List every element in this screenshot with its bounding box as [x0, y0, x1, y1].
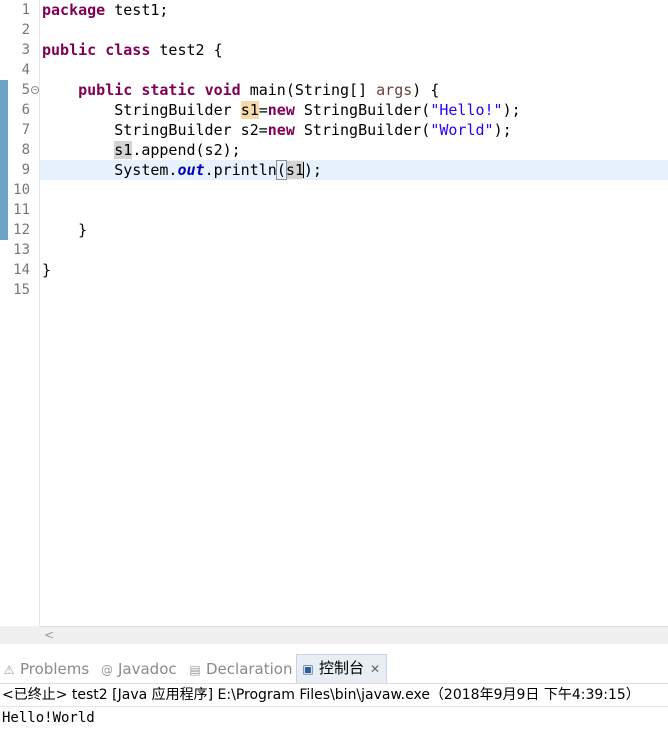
code-line-14[interactable]: } — [42, 260, 51, 280]
code-text: ); — [303, 161, 322, 179]
line-number: 8 — [21, 142, 30, 158]
line-number: 1 — [21, 2, 30, 18]
keyword: new — [267, 101, 295, 119]
scroll-left-icon[interactable]: < — [44, 627, 54, 644]
keyword: static — [141, 81, 196, 99]
line-number: 10 — [13, 182, 30, 198]
tab-label: Javadoc — [118, 660, 177, 678]
code-line-9[interactable]: System.out.println(s1); — [42, 160, 322, 180]
line-number: 13 — [13, 242, 30, 258]
close-icon[interactable]: ✕ — [370, 662, 380, 676]
code-text: StringBuilder( — [294, 101, 431, 119]
line-number: 6 — [21, 102, 30, 118]
code-text: StringBuilder — [42, 101, 241, 119]
keyword: new — [267, 121, 295, 139]
line-number: 12 — [13, 222, 30, 238]
scrollbar-corner — [0, 626, 40, 644]
code-text: ) { — [412, 81, 440, 99]
line-number: 2 — [21, 22, 30, 38]
problems-icon: ⚠ — [3, 663, 15, 677]
tab-javadoc[interactable]: @ Javadoc — [100, 656, 177, 682]
console-status-line: <已终止> test2 [Java 应用程序] E:\Program Files… — [2, 687, 640, 703]
code-line-6[interactable]: StringBuilder s1=new StringBuilder("Hell… — [42, 100, 521, 120]
code-line-1[interactable]: package test1; — [42, 0, 168, 20]
console-output[interactable]: Hello!World — [2, 708, 95, 728]
keyword: public — [78, 81, 133, 99]
code-line-3[interactable]: public class test2 { — [42, 40, 223, 60]
panel-tab-bar: ⚠ Problems @ Javadoc ▤ Declaration ▣ 控制台 ✕ — [0, 652, 668, 684]
tab-declaration[interactable]: ▤ Declaration — [188, 656, 292, 682]
tab-problems[interactable]: ⚠ Problems — [2, 656, 90, 682]
line-number: 15 — [13, 282, 30, 298]
keyword: void — [204, 81, 241, 99]
keyword: public — [42, 41, 97, 59]
divider — [0, 706, 668, 707]
line-number: 4 — [21, 62, 30, 78]
line-number: 3 — [21, 42, 30, 58]
keyword: class — [105, 41, 151, 59]
fold-collapse-icon[interactable]: − — [31, 86, 39, 94]
code-line-7[interactable]: StringBuilder s2=new StringBuilder("Worl… — [42, 120, 512, 140]
string-literal: "Hello!" — [430, 101, 503, 119]
variable-occurrence-read: s1 — [285, 161, 304, 179]
string-literal: "World" — [430, 121, 494, 139]
horizontal-scrollbar[interactable]: < — [40, 626, 668, 644]
line-number: 9 — [21, 162, 30, 178]
tab-label: Problems — [20, 660, 90, 678]
code-text: ); — [493, 121, 512, 139]
code-text: = — [258, 101, 268, 119]
code-text: StringBuilder s2= — [42, 121, 268, 139]
code-text: test1; — [105, 1, 169, 19]
code-line-12[interactable]: } — [42, 220, 87, 240]
declaration-icon: ▤ — [189, 663, 201, 677]
static-field: out — [177, 161, 205, 179]
line-number: 5 — [21, 82, 30, 98]
variable-occurrence-write: s1 — [240, 101, 259, 119]
code-text: .println — [204, 161, 277, 179]
matching-bracket: ( — [275, 160, 287, 180]
variable-occurrence-read: s1 — [114, 141, 133, 159]
line-number: 14 — [13, 262, 30, 278]
code-line-8[interactable]: s1.append(s2); — [42, 140, 241, 160]
javadoc-icon: @ — [101, 663, 113, 677]
line-number: 11 — [13, 202, 30, 218]
code-editor[interactable]: 1 2 3 4 5 6 7 8 9 10 11 12 13 14 15 − pa… — [0, 0, 668, 626]
code-text: ); — [502, 101, 521, 119]
tab-label: Declaration — [206, 660, 293, 678]
code-text: System. — [42, 161, 178, 179]
code-text: .append(s2); — [132, 141, 241, 159]
parameter: args — [376, 81, 413, 99]
console-icon: ▣ — [302, 662, 314, 676]
line-number: 7 — [21, 122, 30, 138]
code-text: test2 { — [150, 41, 223, 59]
tab-console[interactable]: ▣ 控制台 ✕ — [296, 654, 388, 683]
tab-label: 控制台 — [319, 659, 365, 677]
code-text: StringBuilder( — [294, 121, 431, 139]
keyword: package — [42, 1, 106, 19]
code-line-5[interactable]: public static void main(String[] args) { — [42, 80, 439, 100]
code-text: main(String[] — [240, 81, 377, 99]
